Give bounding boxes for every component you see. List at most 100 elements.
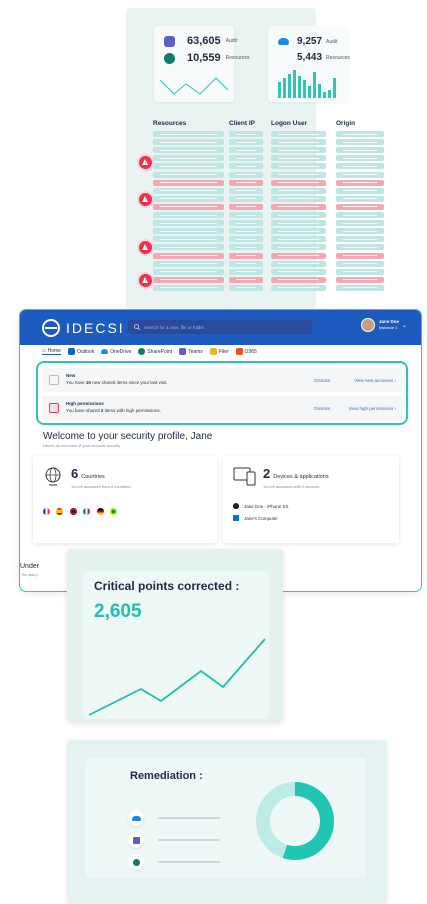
windows-icon [233,515,239,521]
notification-new: New You have 15 new shared items since y… [42,368,402,392]
tab-sharepoint[interactable]: SharePoint [138,348,172,355]
table-cell [153,260,224,267]
table-cell [271,260,326,267]
audit-sparkline [159,77,229,95]
tab-o365[interactable]: O365 [235,348,257,355]
table-cell [229,236,263,243]
sharepoint-icon [128,854,144,870]
critical-trend-line [88,638,266,716]
dismiss-button[interactable]: Dismiss [314,378,330,383]
warning-icon [139,193,152,206]
table-cell [271,203,326,210]
progress-bar [158,817,220,819]
table-cell [153,220,224,227]
table-cell [271,212,326,218]
tab-onedrive[interactable]: OneDrive [101,348,131,355]
page-title: Welcome to your security profile, Jane [43,431,213,442]
table-cell [271,228,326,235]
critical-points-title: Critical points corrected : [94,579,240,593]
resources-bar-chart [278,70,336,98]
table-cell [229,187,263,194]
table-cell [153,131,224,137]
onedrive-icon [101,349,109,354]
column-header-resources: Resources [153,120,187,127]
audit-stats-card: 63,605 Audit 10,559 Resources [154,26,250,102]
table-cell [229,171,263,178]
table-cell [229,163,263,170]
audit-label: Audit [225,38,238,44]
remediation-title: Remediation : [130,770,203,782]
folder-icon [209,348,217,355]
avatar [360,318,375,332]
table-cell [336,163,384,170]
table-cell [229,139,263,146]
idecsi-logo[interactable]: IDECSI [42,319,125,337]
section-subtitle: The data p [21,573,38,577]
office-icon [235,348,243,355]
teams-icon [128,832,144,848]
search-input[interactable]: Search for a user, file or folder [144,325,204,330]
critical-points-card: Critical points corrected : 2,605 [83,571,269,719]
dismiss-button[interactable]: Dismiss [314,406,330,411]
warning-icon [139,241,152,254]
resources-label: Resources [225,55,250,61]
table-cell [271,171,326,178]
table-cell [229,220,263,227]
notification-title: High permissions [66,401,104,406]
table-cell [153,147,224,154]
table-cell [153,268,224,275]
device-item[interactable]: Jane Doe - iPhone XS [233,503,289,509]
table-cell [271,220,326,227]
tab-filer[interactable]: Filer [209,348,229,355]
notification-high-permissions: High permissions You have shared 2 items… [42,396,402,420]
tab-label: Filer [218,348,229,355]
table-cell [229,252,263,259]
critical-points-panel: Critical points corrected : 2,605 [67,549,283,722]
table-cell [336,252,384,259]
audit-count-2: 9,257 [297,36,323,47]
table-cell [271,276,326,283]
tab-outlook[interactable]: Outlook [67,348,94,355]
device-item[interactable]: Jane's Computer [233,515,278,521]
table-cell [336,155,384,162]
table-cell [229,203,263,210]
table-cell [271,187,326,194]
table-cell [336,212,384,218]
page-subtitle: Here's an overview of your account secur… [43,443,122,448]
tab-teams[interactable]: Teams [179,348,203,355]
tab-label: O365 [244,348,257,355]
apple-icon [233,503,239,509]
user-menu[interactable]: Jane Doe Instance 1 ⌄ [360,318,407,332]
table-cell [153,203,224,210]
table-cell [153,228,224,235]
table-cell [336,203,384,210]
flag-uk-icon [69,508,77,515]
devices-card[interactable]: 2 Devices & applications You've accessed… [223,456,399,543]
column-header-logon-user: Logon User [271,120,308,127]
countries-card[interactable]: 6 Countries You've accessed from 6 count… [33,456,217,543]
critical-points-value: 2,605 [94,601,142,622]
table-cell [229,260,263,267]
tab-label: Teams [188,348,203,355]
audit-label-2: Audit [326,38,338,45]
warning-icon [139,156,152,169]
table-cell [229,179,263,186]
table-cell [153,171,224,178]
countries-count: 6 [71,466,79,481]
table-cell [271,236,326,243]
view-new-accesses-link[interactable]: View new accesses › [354,378,396,383]
table-cell [153,284,224,291]
view-high-permissions-link[interactable]: View high permissions › [349,406,396,411]
search-bar[interactable]: Search for a user, file or folder [128,320,312,334]
table-cell [271,155,326,162]
tab-home[interactable]: ⌂ Home [42,348,61,355]
table-cell [336,220,384,227]
onedrive-icon [278,38,289,45]
resources-count-2: 5,443 [297,52,323,63]
table-cell [229,212,263,218]
table-cell [229,276,263,283]
audit-panel: 63,605 Audit 10,559 Resources 9,257 Audi… [126,8,384,308]
devices-icon [233,467,256,486]
notification-text: You have shared 2 items with high permis… [66,408,161,413]
flag-france-icon [43,508,50,515]
